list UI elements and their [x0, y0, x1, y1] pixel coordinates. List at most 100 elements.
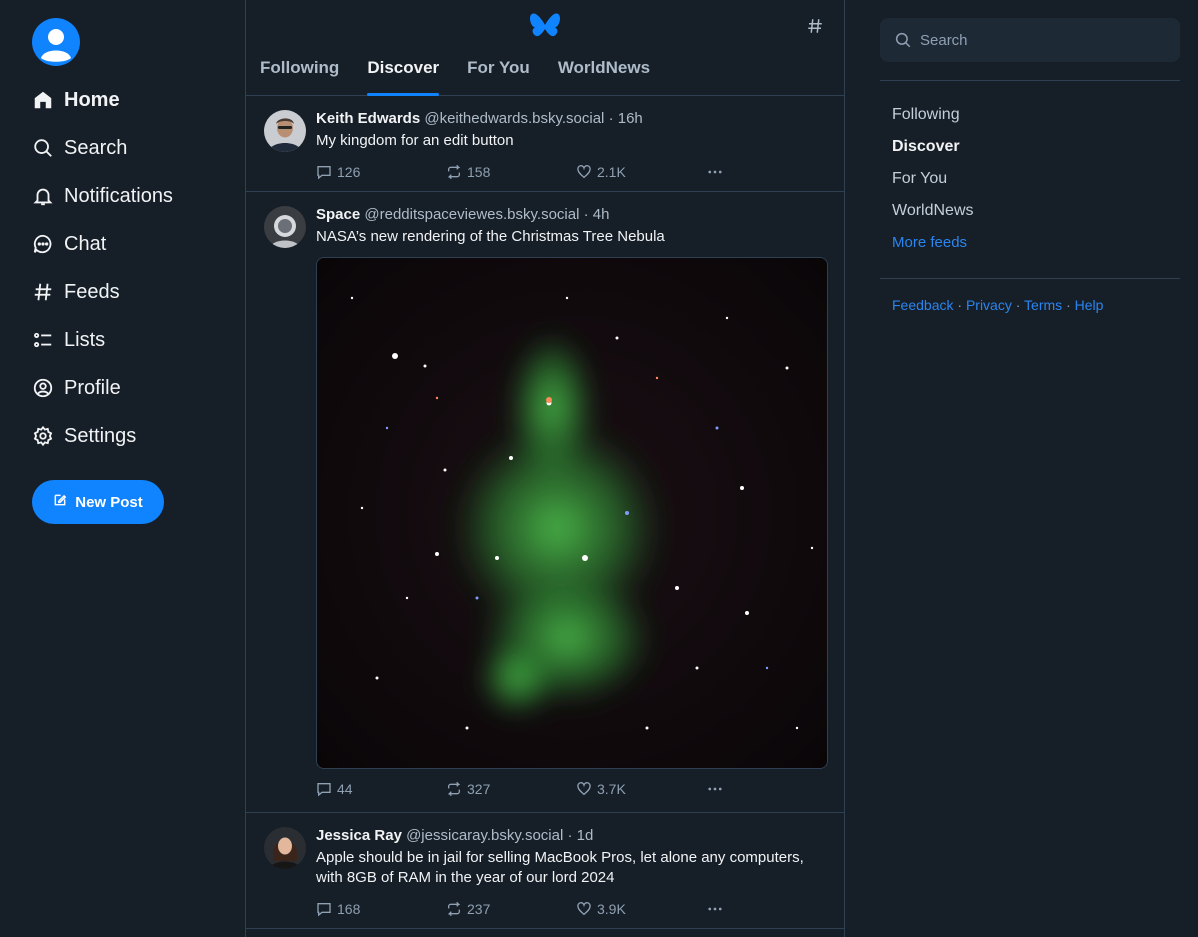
feed-link-for-you[interactable]: For You: [892, 168, 974, 200]
divider: [880, 80, 1180, 81]
more-options-button[interactable]: [706, 163, 729, 181]
like-count: 3.7K: [597, 781, 626, 797]
post-actions: 168 237 3.9K: [316, 894, 828, 924]
nav-label: Chat: [64, 232, 107, 255]
ellipsis-icon: [708, 170, 722, 174]
separator-dot: ·: [608, 110, 614, 127]
like-count: 3.9K: [597, 901, 626, 917]
nav-chat[interactable]: Chat: [32, 220, 173, 268]
repost-count: 327: [467, 781, 491, 797]
author-handle[interactable]: @redditspaceviewes.bsky.social: [364, 206, 579, 223]
nav-label: Search: [64, 136, 128, 159]
author-name[interactable]: Keith Edwards: [316, 110, 420, 127]
post-time[interactable]: 4h: [593, 206, 610, 223]
reply-button[interactable]: 126: [316, 164, 446, 180]
heart-icon: [577, 165, 591, 179]
feeds-hash-button[interactable]: [806, 15, 824, 41]
tab-following[interactable]: Following: [246, 58, 353, 96]
feed-tabs: Following Discover For You WorldNews: [246, 58, 664, 96]
reply-button[interactable]: 168: [316, 901, 446, 917]
post-image[interactable]: [316, 257, 828, 769]
feed-header: Following Discover For You WorldNews: [246, 0, 844, 96]
author-handle[interactable]: @keithedwards.bsky.social: [424, 110, 604, 127]
author-name[interactable]: Space: [316, 206, 360, 223]
like-count: 2.1K: [597, 164, 626, 180]
ellipsis-icon: [708, 787, 722, 791]
post[interactable]: Space @redditspaceviewes.bsky.social · 4…: [246, 192, 844, 813]
hash-icon: [32, 281, 54, 303]
main-feed: Following Discover For You WorldNews Kei…: [245, 0, 845, 937]
reply-icon: [317, 903, 331, 917]
search-input[interactable]: [920, 31, 1160, 49]
terms-link[interactable]: Terms: [1024, 297, 1062, 313]
repost-count: 158: [467, 164, 491, 180]
nav-label: Notifications: [64, 184, 173, 207]
like-button[interactable]: 3.7K: [576, 781, 706, 797]
search-icon: [895, 32, 911, 48]
nav-label: Profile: [64, 376, 121, 399]
repost-icon: [447, 164, 461, 180]
nav-label: Home: [64, 88, 120, 111]
post-time[interactable]: 16h: [618, 110, 643, 127]
more-options-button[interactable]: [706, 780, 729, 798]
author-handle[interactable]: @jessicaray.bsky.social: [406, 827, 563, 844]
help-link[interactable]: Help: [1075, 297, 1104, 313]
tab-for-you[interactable]: For You: [453, 58, 544, 96]
author-name[interactable]: Jessica Ray: [316, 827, 402, 844]
compose-icon: [53, 493, 67, 512]
post-actions: 44 327 3.7K: [316, 774, 828, 804]
nav-home[interactable]: Home: [32, 76, 173, 124]
like-button[interactable]: 2.1K: [576, 164, 706, 180]
privacy-link[interactable]: Privacy: [966, 297, 1012, 313]
repost-button[interactable]: 158: [446, 164, 576, 180]
post[interactable]: Keith Edwards @keithedwards.bsky.social …: [246, 96, 844, 192]
repost-button[interactable]: 327: [446, 781, 576, 797]
nav-search[interactable]: Search: [32, 124, 173, 172]
nav-feeds[interactable]: Feeds: [32, 268, 173, 316]
post[interactable]: Jessica Ray @jessicaray.bsky.social · 1d…: [246, 813, 844, 929]
feed-link-discover[interactable]: Discover: [892, 136, 974, 168]
nav-notifications[interactable]: Notifications: [32, 172, 173, 220]
home-icon: [32, 89, 54, 111]
default-avatar-icon: [41, 29, 71, 62]
repost-icon: [447, 901, 461, 917]
new-post-button[interactable]: New Post: [32, 480, 164, 524]
post-text: My kingdom for an edit button: [316, 132, 514, 149]
post-header: Space @redditspaceviewes.bsky.social · 4…: [316, 206, 828, 224]
user-avatar[interactable]: [32, 18, 80, 66]
post-header: Keith Edwards @keithedwards.bsky.social …: [316, 110, 828, 128]
divider: [880, 278, 1180, 279]
nav-lists[interactable]: Lists: [32, 316, 173, 364]
reply-icon: [317, 783, 331, 797]
feed-link-worldnews[interactable]: WorldNews: [892, 200, 974, 232]
post-time[interactable]: 1d: [577, 827, 594, 844]
feedback-link[interactable]: Feedback: [892, 297, 953, 313]
more-options-button[interactable]: [706, 900, 729, 918]
separator-dot: ·: [1015, 297, 1025, 313]
tab-worldnews[interactable]: WorldNews: [544, 58, 664, 96]
chat-icon: [32, 233, 54, 255]
repost-button[interactable]: 237: [446, 901, 576, 917]
bell-icon: [32, 185, 54, 207]
separator-dot: ·: [957, 297, 966, 313]
footer-links: Feedback · Privacy · Terms · Help: [892, 297, 1103, 313]
avatar[interactable]: [264, 827, 306, 869]
search-box[interactable]: [880, 18, 1180, 62]
like-button[interactable]: 3.9K: [576, 901, 706, 917]
repost-icon: [447, 781, 461, 797]
nav-label: Lists: [64, 328, 106, 351]
avatar[interactable]: [264, 110, 306, 152]
feed-link-following[interactable]: Following: [892, 104, 974, 136]
post-text: Apple should be in jail for selling MacB…: [316, 849, 804, 886]
reply-count: 168: [337, 901, 361, 917]
nav-profile[interactable]: Profile: [32, 364, 173, 412]
more-feeds-link[interactable]: More feeds: [892, 232, 974, 264]
avatar[interactable]: [264, 206, 306, 248]
ellipsis-icon: [708, 907, 722, 911]
search-icon: [32, 137, 54, 159]
gear-icon: [32, 425, 54, 447]
nav-settings[interactable]: Settings: [32, 412, 173, 460]
tab-discover[interactable]: Discover: [353, 58, 453, 96]
nav-label: Feeds: [64, 280, 120, 303]
reply-button[interactable]: 44: [316, 781, 446, 797]
